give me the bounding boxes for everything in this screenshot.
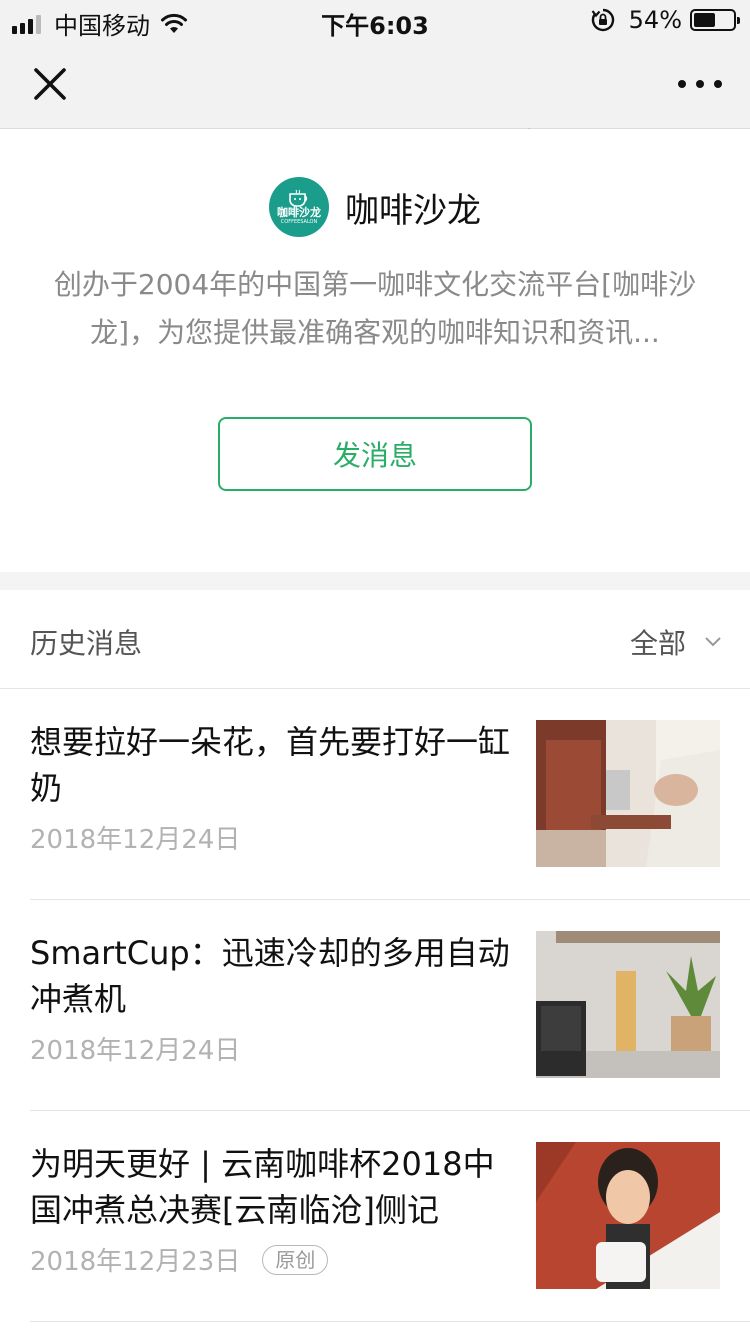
article-date-row: 2018年12月23日 原创: [30, 1241, 329, 1278]
coffee-cup-icon: [289, 189, 308, 207]
chevron-down-icon: [705, 637, 721, 647]
article-date-row: 2018年12月24日: [30, 819, 240, 856]
article-title: 想要拉好一朵花，首先要打好一缸奶: [30, 723, 511, 807]
article-item[interactable]: 为明天更好 | 云南咖啡杯2018中国冲煮总决赛[云南临沧]侧记 2018年12…: [0, 1111, 750, 1322]
article-item[interactable]: SmartCup：迅速冷却的多用自动冲煮机 2018年12月24日: [0, 900, 750, 1111]
filter-label: 全部: [629, 627, 686, 660]
history-header: 历史消息 全部: [0, 590, 750, 689]
battery-icon: [690, 9, 740, 31]
article-thumbnail-brewer: [536, 931, 720, 1078]
article-date: 2018年12月23日: [30, 1247, 241, 1277]
logo-text: 咖啡沙龙: [277, 206, 321, 219]
more-icon[interactable]: [678, 70, 722, 98]
more-dot: [696, 80, 704, 88]
article-date: 2018年12月24日: [30, 1036, 241, 1066]
account-header: 咖啡沙龙 COFFEESALON 咖啡沙龙: [0, 177, 750, 237]
history-filter-dropdown[interactable]: 全部: [630, 622, 722, 662]
send-message-button[interactable]: 发消息: [218, 417, 532, 491]
account-description: 创办于2004年的中国第一咖啡文化交流平台[咖啡沙龙]，为您提供最准确客观的咖啡…: [53, 268, 697, 349]
article-title: 为明天更好 | 云南咖啡杯2018中国冲煮总决赛[云南临沧]侧记: [30, 1145, 495, 1229]
article-date-row: 2018年12月24日: [30, 1030, 240, 1067]
article-thumbnail-latte: [536, 720, 720, 867]
article-item[interactable]: 想要拉好一朵花，首先要打好一缸奶 2018年12月24日: [0, 689, 750, 900]
rotation-lock-icon: [591, 8, 614, 32]
section-divider: [0, 572, 750, 590]
account-profile: 咖啡沙龙 COFFEESALON 咖啡沙龙 创办于2004年的中国第一咖啡文化交…: [0, 129, 750, 572]
battery-percent: 54%: [628, 6, 682, 34]
status-bar: 中国移动 下午6:03 54%: [0, 0, 750, 40]
article-thumbnail-barista: [536, 1142, 720, 1289]
more-dot: [714, 80, 722, 88]
logo-subtext: COFFEESALON: [280, 219, 318, 225]
close-icon[interactable]: [28, 62, 72, 106]
original-badge: 原创: [262, 1244, 329, 1275]
article-date: 2018年12月24日: [30, 825, 241, 855]
article-title: SmartCup：迅速冷却的多用自动冲煮机: [30, 934, 510, 1018]
row-divider: [30, 1321, 750, 1322]
status-right: 54%: [591, 6, 740, 34]
nav-bar: [0, 40, 750, 129]
history-title: 历史消息: [30, 627, 143, 660]
account-name: 咖啡沙龙: [345, 190, 481, 231]
battery-level: [694, 13, 715, 27]
account-logo: 咖啡沙龙 COFFEESALON: [269, 177, 329, 237]
more-dot: [678, 80, 686, 88]
